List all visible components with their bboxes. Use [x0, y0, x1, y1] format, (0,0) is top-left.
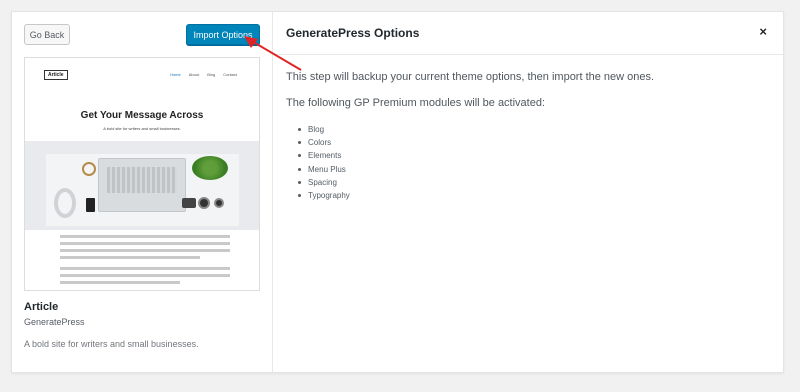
lens-graphic [198, 197, 210, 209]
headphones-graphic [54, 188, 76, 218]
list-item: Elements [298, 149, 350, 162]
go-back-button[interactable]: Go Back [24, 24, 70, 45]
preview-text-line [60, 249, 230, 252]
list-item: Colors [298, 136, 350, 149]
import-options-button[interactable]: Import Options [186, 24, 260, 45]
list-item: Blog [298, 123, 350, 136]
preview-nav-about: About [188, 72, 200, 77]
lens-graphic-2 [214, 198, 224, 208]
preview-logo: Article [44, 70, 68, 80]
list-item: Typography [298, 189, 350, 202]
modules-intro: The following GP Premium modules will be… [286, 97, 546, 109]
camera-graphic [182, 198, 196, 208]
modules-list: Blog Colors Elements Menu Plus Spacing T… [298, 123, 350, 202]
step-description: This step will backup your current theme… [286, 71, 655, 83]
phone-graphic [86, 198, 95, 212]
preview-text-line [60, 256, 200, 259]
preview-nav-contact: Contact [223, 72, 237, 77]
preview-nav-blog: Blog [207, 72, 216, 77]
close-icon[interactable]: × [759, 25, 767, 38]
preview-text-line [60, 274, 230, 277]
options-header: GeneratePress Options × [274, 12, 783, 55]
preview-text-line [60, 281, 180, 284]
preview-text-line [60, 267, 230, 270]
preview-desk-photo [46, 154, 239, 226]
list-item: Menu Plus [298, 163, 350, 176]
preview-title: Get Your Message Across [80, 110, 204, 121]
import-modal: Go Back Import Options Article Home Abou… [11, 11, 784, 373]
preview-nav: Home About Blog Contact [170, 72, 237, 77]
options-column: GeneratePress Options × This step will b… [274, 12, 783, 372]
preview-nav-home: Home [170, 72, 181, 77]
preview-text-line [60, 235, 230, 238]
preview-subtitle: A bold site for writers and small busine… [103, 126, 181, 131]
site-description: A bold site for writers and small busine… [24, 339, 199, 349]
site-preview-column: Go Back Import Options Article Home Abou… [12, 12, 273, 372]
list-item: Spacing [298, 176, 350, 189]
preview-text-line [60, 242, 230, 245]
plant-graphic [192, 156, 228, 180]
coffee-cup-graphic [82, 162, 96, 176]
site-name: Article [24, 301, 59, 313]
options-title: GeneratePress Options [286, 26, 420, 40]
laptop-graphic [98, 158, 186, 212]
site-author: GeneratePress [24, 317, 85, 327]
site-preview-image: Article Home About Blog Contact Get Your… [24, 57, 260, 291]
